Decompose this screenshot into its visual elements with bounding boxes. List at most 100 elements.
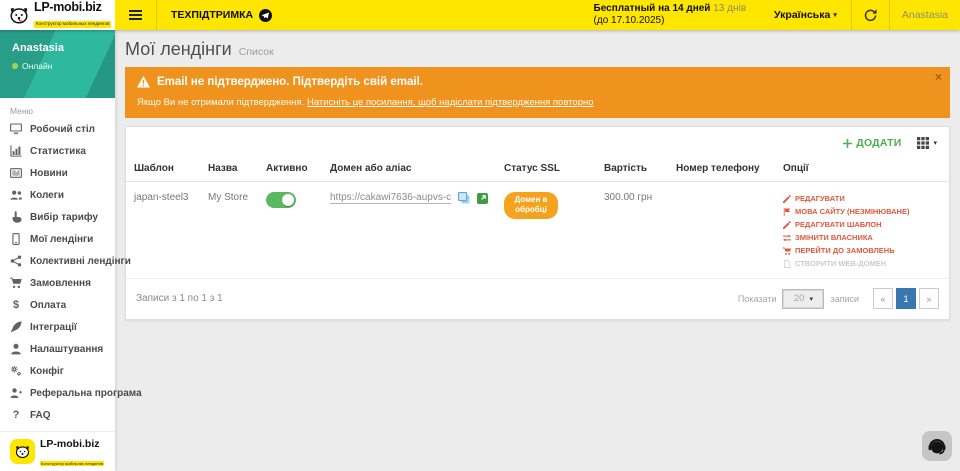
page-subtitle: Список <box>239 46 274 58</box>
pen-icon <box>10 321 22 333</box>
sidebar-item-tariff[interactable]: Вибір тарифу <box>0 206 115 228</box>
dog-logo-icon <box>10 439 35 464</box>
sidebar-item-label: Статистика <box>30 146 86 157</box>
cart-icon <box>10 277 22 289</box>
table-footer: Записи з 1 по 1 з 1 Показати 20 ▾ записи… <box>126 279 949 319</box>
sidebar-item-label: Інтеграції <box>30 322 77 333</box>
footer-brand-title: LP-mobi.biz <box>40 438 100 450</box>
column-header-domain[interactable]: Домен або аліас <box>322 155 496 182</box>
users-icon <box>10 189 22 201</box>
sidebar-item-config[interactable]: Конфіг <box>0 360 115 382</box>
desktop-icon <box>10 123 22 135</box>
pagination-next-button[interactable]: » <box>919 288 939 309</box>
dollar-icon: $ <box>10 299 22 311</box>
topbar-username[interactable]: Anastasia <box>890 0 960 30</box>
support-link[interactable]: ТЕХПІДТРИМКА <box>157 0 286 30</box>
resend-confirmation-link[interactable]: Натисніть це посилання, щоб надіслати пі… <box>307 97 594 108</box>
cell-phone <box>668 182 775 279</box>
hamburger-menu-button[interactable] <box>115 0 157 30</box>
copy-icon[interactable] <box>458 192 470 204</box>
sidebar-item-statistics[interactable]: Статистика <box>0 140 115 162</box>
share-icon <box>10 255 22 267</box>
column-header-template[interactable]: Шаблон <box>126 155 200 182</box>
page-size-select[interactable]: 20 ▾ <box>782 289 824 309</box>
sidebar-item-collective-landings[interactable]: Колективні лендінги <box>0 250 115 272</box>
pencil-icon <box>783 195 791 203</box>
sidebar-item-settings[interactable]: Налаштування <box>0 338 115 360</box>
cell-ssl-status: Домен в обробці <box>496 182 596 279</box>
table-row: japan-steel3 My Store https://cakawi7636… <box>126 182 949 279</box>
option-site-language-link[interactable]: МОВА САЙТУ (НЕЗМІНЮВАНЕ) <box>783 205 941 218</box>
telegram-icon <box>259 9 272 22</box>
sidebar-item-label: Колеги <box>30 190 64 201</box>
sidebar-item-faq[interactable]: ? FAQ <box>0 404 115 426</box>
domain-link[interactable]: https://cakawi7636-aupvs-com-42 <box>330 192 451 204</box>
active-toggle[interactable] <box>266 192 296 208</box>
gears-icon <box>10 365 22 377</box>
brand-logo[interactable]: LP-mobi.biz Конструктор мобильных лендин… <box>0 0 115 30</box>
dog-logo-icon <box>8 4 30 26</box>
refresh-button[interactable] <box>852 0 889 30</box>
column-header-options[interactable]: Опції <box>775 155 949 182</box>
sidebar-item-integrations[interactable]: Інтеграції <box>0 316 115 338</box>
column-header-name[interactable]: Назва <box>200 155 258 182</box>
add-landing-button[interactable]: ДОДАТИ <box>843 137 901 149</box>
add-button-label: ДОДАТИ <box>856 137 901 149</box>
exchange-icon <box>783 234 791 242</box>
topbar-right: Бесплатный на 14 дней 13 днів (до 17.10.… <box>594 0 960 30</box>
cell-name: My Store <box>200 182 258 279</box>
column-header-active[interactable]: Активно <box>258 155 322 182</box>
cell-price: 300.00 грн <box>596 182 668 279</box>
hand-pointer-icon <box>10 211 22 223</box>
brand-subtitle: Конструктор мобильных лендингов <box>34 21 111 28</box>
support-chat-button[interactable] <box>922 431 952 461</box>
landings-table: Шаблон Назва Активно Домен або аліас Ста… <box>126 155 949 279</box>
sidebar-item-colleagues[interactable]: Колеги <box>0 184 115 206</box>
sidebar-item-label: FAQ <box>30 410 51 421</box>
panel-toolbar: ДОДАТИ ▾ <box>126 127 949 155</box>
sidebar-item-label: Мої лендінги <box>30 234 93 245</box>
chevron-down-icon: ▾ <box>809 295 813 303</box>
option-edit-template-link[interactable]: РЕДАГУВАТИ ШАБЛОН <box>783 218 941 231</box>
language-selector[interactable]: Українська ▾ <box>760 0 851 30</box>
column-header-ssl[interactable]: Статус SSL <box>496 155 596 182</box>
file-icon <box>783 260 791 268</box>
trial-info: Бесплатный на 14 дней 13 днів (до 17.10.… <box>594 0 761 30</box>
sidebar-item-desktop[interactable]: Робочий стіл <box>0 118 115 140</box>
sidebar-item-referral[interactable]: Реферальна програма <box>0 382 115 404</box>
external-link-icon[interactable] <box>477 193 488 204</box>
page-header: Мої лендінги Список <box>115 30 960 67</box>
sidebar-username: Anastasia <box>12 42 103 54</box>
pagination-prev-button[interactable]: « <box>873 288 893 309</box>
newspaper-icon <box>10 167 22 179</box>
records-info: Записи з 1 по 1 з 1 <box>136 293 223 304</box>
brand-title: LP-mobi.biz <box>34 1 111 14</box>
option-go-to-orders-link[interactable]: ПЕРЕЙТИ ДО ЗАМОВЛЕНЬ <box>783 244 941 257</box>
column-visibility-button[interactable]: ▾ <box>917 137 937 149</box>
close-icon[interactable]: × <box>935 71 942 83</box>
sidebar-item-news[interactable]: Новини <box>0 162 115 184</box>
landings-panel: ДОДАТИ ▾ Шаблон Назва Активно Домен або … <box>125 126 950 320</box>
option-edit-link[interactable]: РЕДАГУВАТИ <box>783 192 941 205</box>
username-label: Anastasia <box>902 9 948 21</box>
refresh-icon <box>864 9 877 22</box>
cart-icon <box>783 247 791 255</box>
option-change-owner-link[interactable]: ЗМІНИТИ ВЛАСНИКА <box>783 231 941 244</box>
sidebar-footer-logo: LP-mobi.biz Конструктор мобільних лендин… <box>0 431 115 471</box>
column-header-price[interactable]: Вартість <box>596 155 668 182</box>
sidebar-item-payment[interactable]: $ Оплата <box>0 294 115 316</box>
sidebar-item-orders[interactable]: Замовлення <box>0 272 115 294</box>
sidebar-item-my-landings[interactable]: Мої лендінги <box>0 228 115 250</box>
footer-brand-subtitle: Конструктор мобільних лендингів <box>40 461 104 466</box>
headset-icon <box>926 435 948 457</box>
sidebar-item-label: Колективні лендінги <box>30 256 131 267</box>
trial-until: (до 17.10.2025) <box>594 15 747 28</box>
main-content: Мої лендінги Список Email не підтверджен… <box>115 30 960 471</box>
cell-options: РЕДАГУВАТИ МОВА САЙТУ (НЕЗМІНЮВАНЕ) РЕДА… <box>775 182 949 279</box>
pagination: « 1 » <box>873 288 939 309</box>
records-suffix-label: записи <box>830 294 859 304</box>
plus-icon <box>843 139 852 148</box>
pagination-page-1[interactable]: 1 <box>896 288 916 309</box>
column-header-phone[interactable]: Номер телефону <box>668 155 775 182</box>
cell-domain: https://cakawi7636-aupvs-com-42 <box>322 182 496 279</box>
